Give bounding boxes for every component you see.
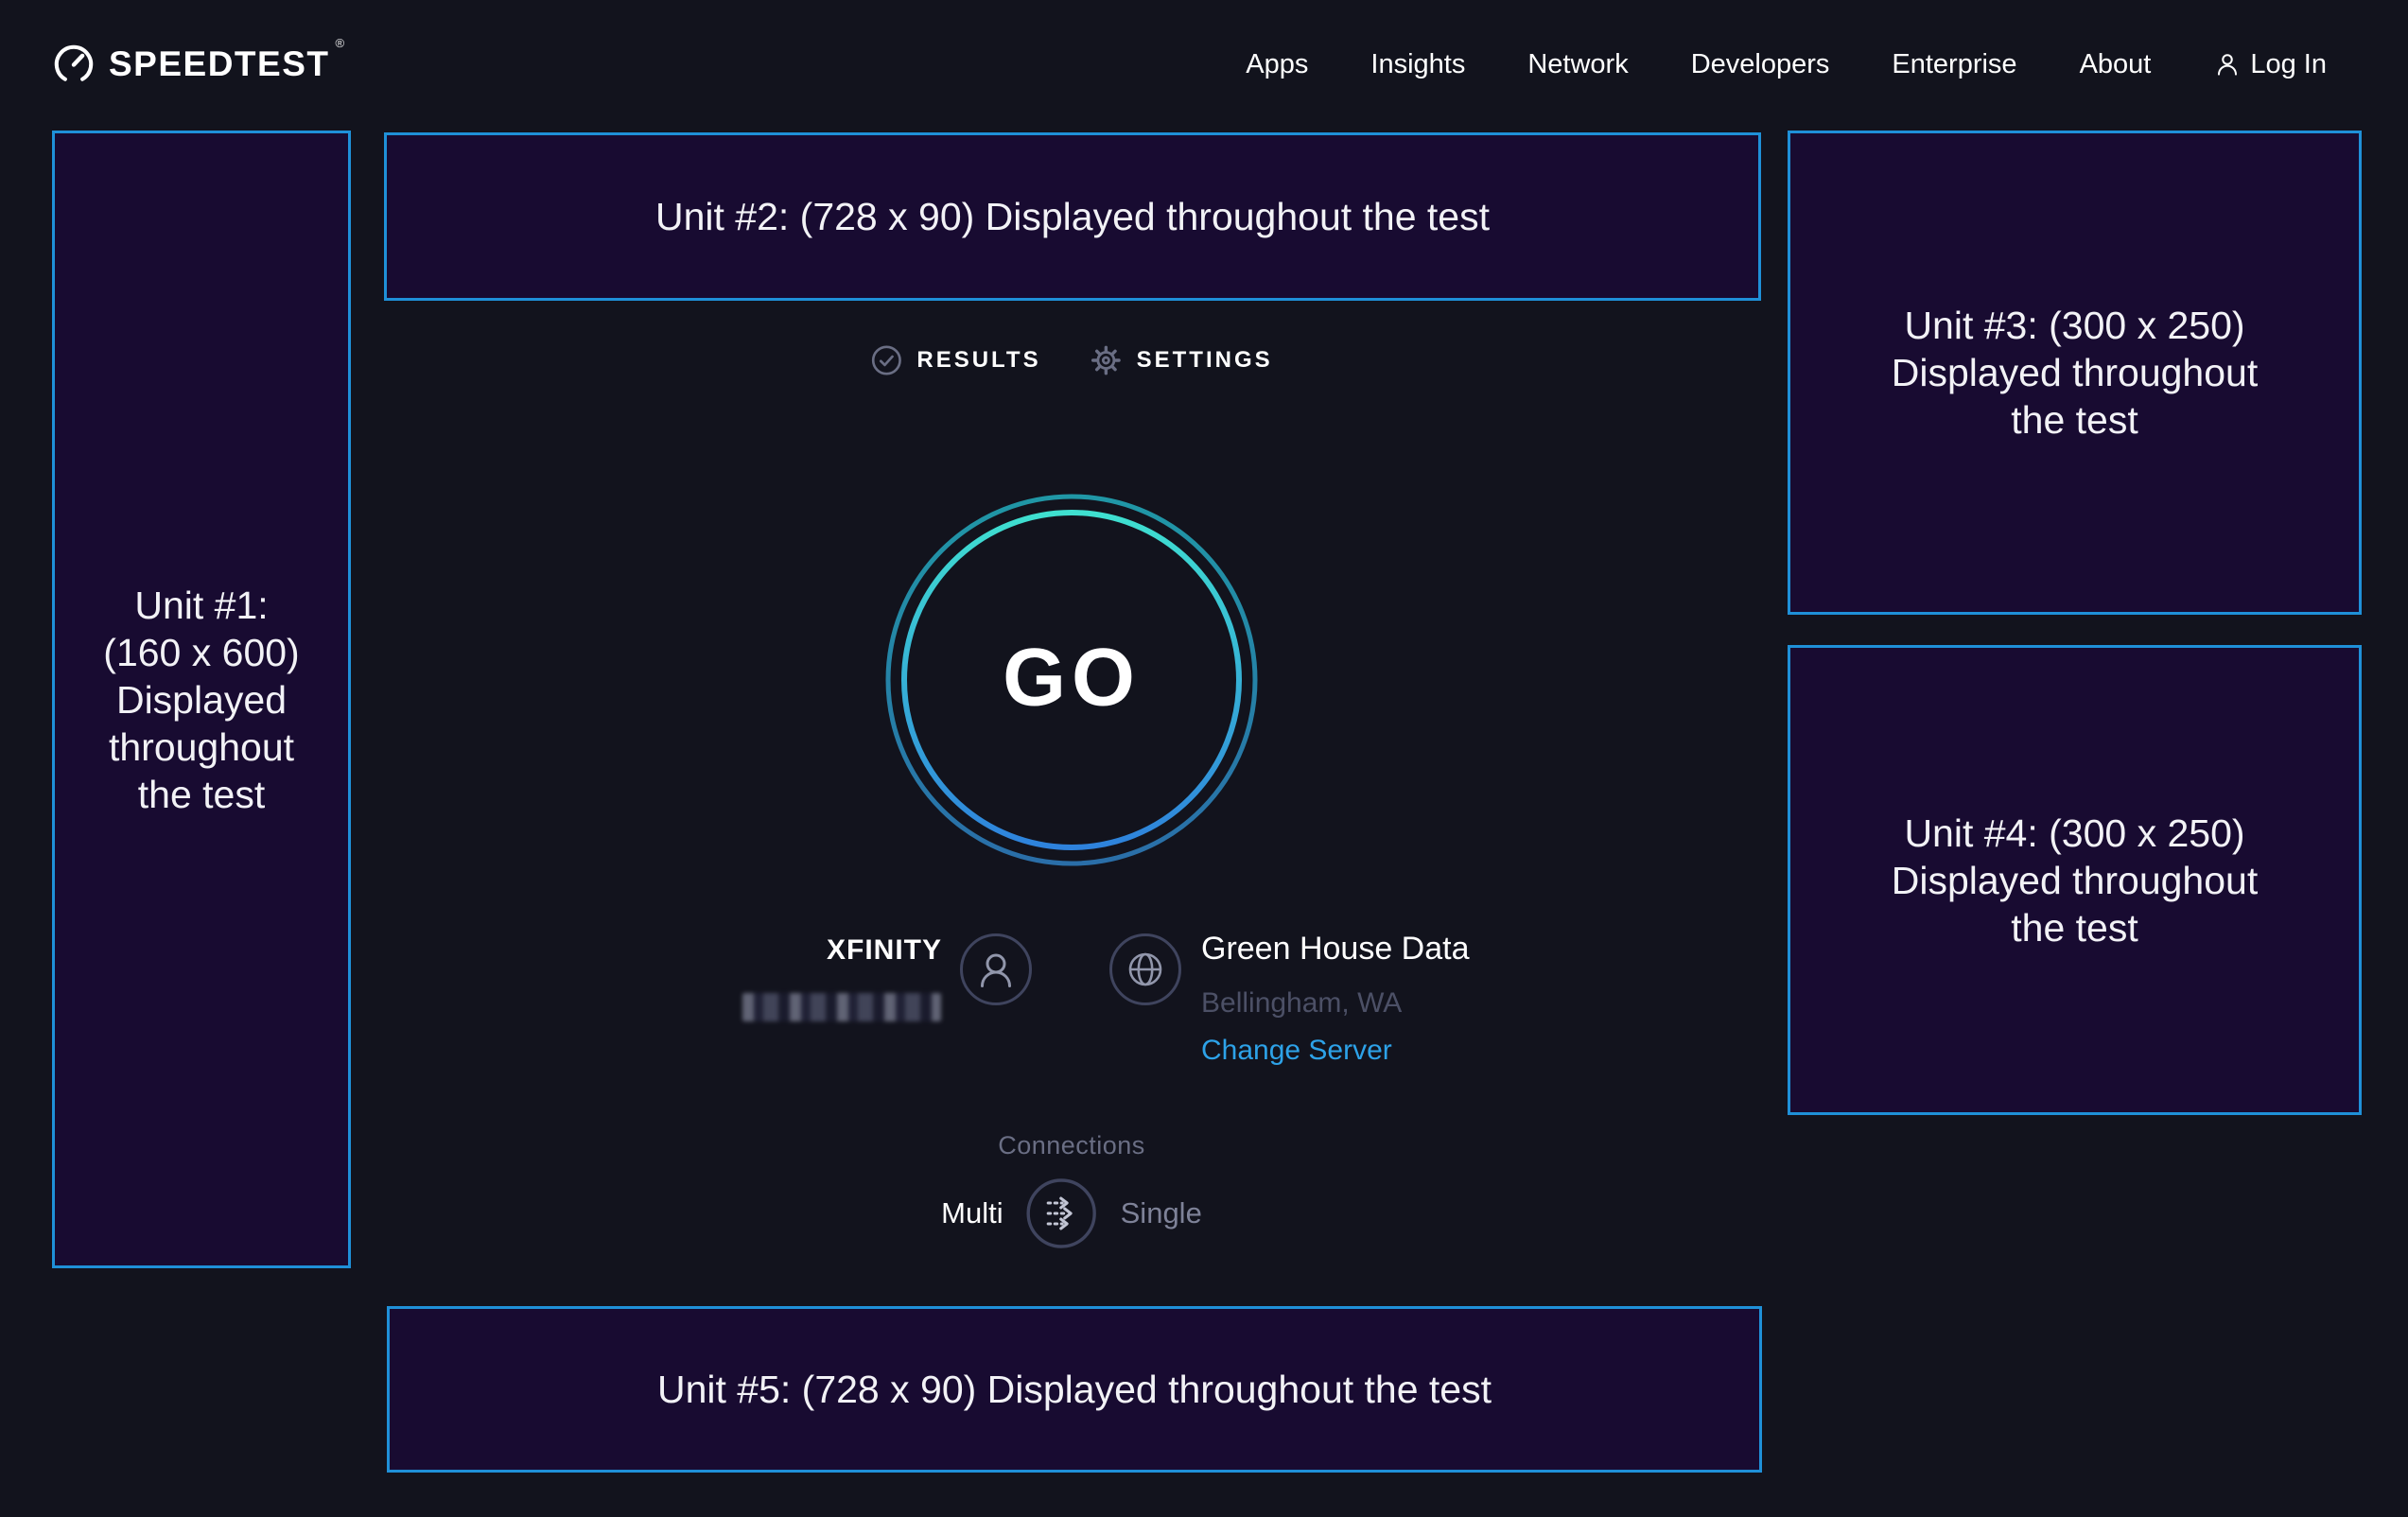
connections-row: Multi Single [941, 1177, 1202, 1249]
connections-multi-label[interactable]: Multi [941, 1196, 1003, 1230]
speedtest-logo[interactable]: SPEEDTEST ® [52, 0, 344, 129]
login-link[interactable]: Log In [2213, 49, 2327, 80]
ad-unit-4-line: the test [2011, 904, 2138, 951]
change-server-link[interactable]: Change Server [1201, 1035, 1392, 1067]
ad-unit-1: Unit #1: (160 x 600) Displayed throughou… [52, 131, 351, 1268]
login-label: Log In [2250, 49, 2327, 80]
ad-unit-3: Unit #3: (300 x 250) Displayed throughou… [1788, 131, 2362, 615]
gear-icon [1091, 344, 1123, 376]
check-circle-icon [870, 344, 902, 376]
ad-unit-3-line: Unit #3: (300 x 250) [1904, 302, 2244, 349]
person-icon [2213, 50, 2242, 78]
ad-unit-1-line: the test [138, 771, 265, 818]
ad-unit-1-line: (160 x 600) [103, 629, 299, 676]
nav-item-about[interactable]: About [2080, 49, 2152, 80]
ad-unit-4: Unit #4: (300 x 250) Displayed throughou… [1788, 645, 2362, 1115]
ad-unit-5: Unit #5: (728 x 90) Displayed throughout… [387, 1306, 1762, 1473]
go-button[interactable]: GO [873, 481, 1270, 879]
logo-text: SPEEDTEST [109, 44, 330, 84]
server-location: Bellingham, WA [1201, 987, 1402, 1020]
tabs-row: RESULTS SETTINGS [870, 344, 1272, 376]
ad-unit-3-line: the test [2011, 396, 2138, 444]
nav-item-developers[interactable]: Developers [1691, 49, 1830, 80]
ad-unit-1-line: Unit #1: [134, 582, 268, 629]
user-icon [959, 933, 1033, 1006]
nav-item-apps[interactable]: Apps [1246, 49, 1308, 80]
isp-name: XFINITY [738, 934, 942, 967]
app-header: SPEEDTEST ® Apps Insights Network Develo… [0, 0, 2408, 129]
ad-unit-1-line: throughout [109, 724, 294, 771]
nav-item-insights[interactable]: Insights [1370, 49, 1465, 80]
ad-unit-1-line: Displayed [116, 676, 287, 724]
ad-unit-2-line: Unit #2: (728 x 90) Displayed throughout… [655, 193, 1490, 240]
ad-unit-4-line: Unit #4: (300 x 250) [1904, 810, 2244, 857]
connections-label: Connections [998, 1131, 1145, 1160]
server-name: Green House Data [1201, 931, 1470, 968]
multi-connections-icon [1026, 1177, 1098, 1249]
go-label: GO [1003, 632, 1141, 725]
ad-unit-3-line: Displayed throughout [1892, 349, 2258, 396]
tab-results[interactable]: RESULTS [870, 344, 1040, 376]
ad-unit-5-line: Unit #5: (728 x 90) Displayed throughout… [657, 1366, 1492, 1413]
connections-single-label[interactable]: Single [1121, 1196, 1202, 1230]
main-nav: Apps Insights Network Developers Enterpr… [1246, 0, 2327, 129]
ad-unit-4-line: Displayed throughout [1892, 857, 2258, 904]
isp-ip-redacted [742, 993, 941, 1021]
nav-item-enterprise[interactable]: Enterprise [1892, 49, 2016, 80]
tab-settings[interactable]: SETTINGS [1091, 344, 1273, 376]
speedometer-icon [52, 43, 96, 86]
nav-item-network[interactable]: Network [1527, 49, 1628, 80]
ad-unit-2: Unit #2: (728 x 90) Displayed throughout… [384, 132, 1761, 301]
globe-icon [1108, 933, 1182, 1006]
connections-toggle[interactable] [1026, 1177, 1098, 1249]
tab-settings-label: SETTINGS [1137, 347, 1273, 374]
logo-registered-mark: ® [336, 36, 345, 50]
tab-results-label: RESULTS [916, 347, 1040, 374]
